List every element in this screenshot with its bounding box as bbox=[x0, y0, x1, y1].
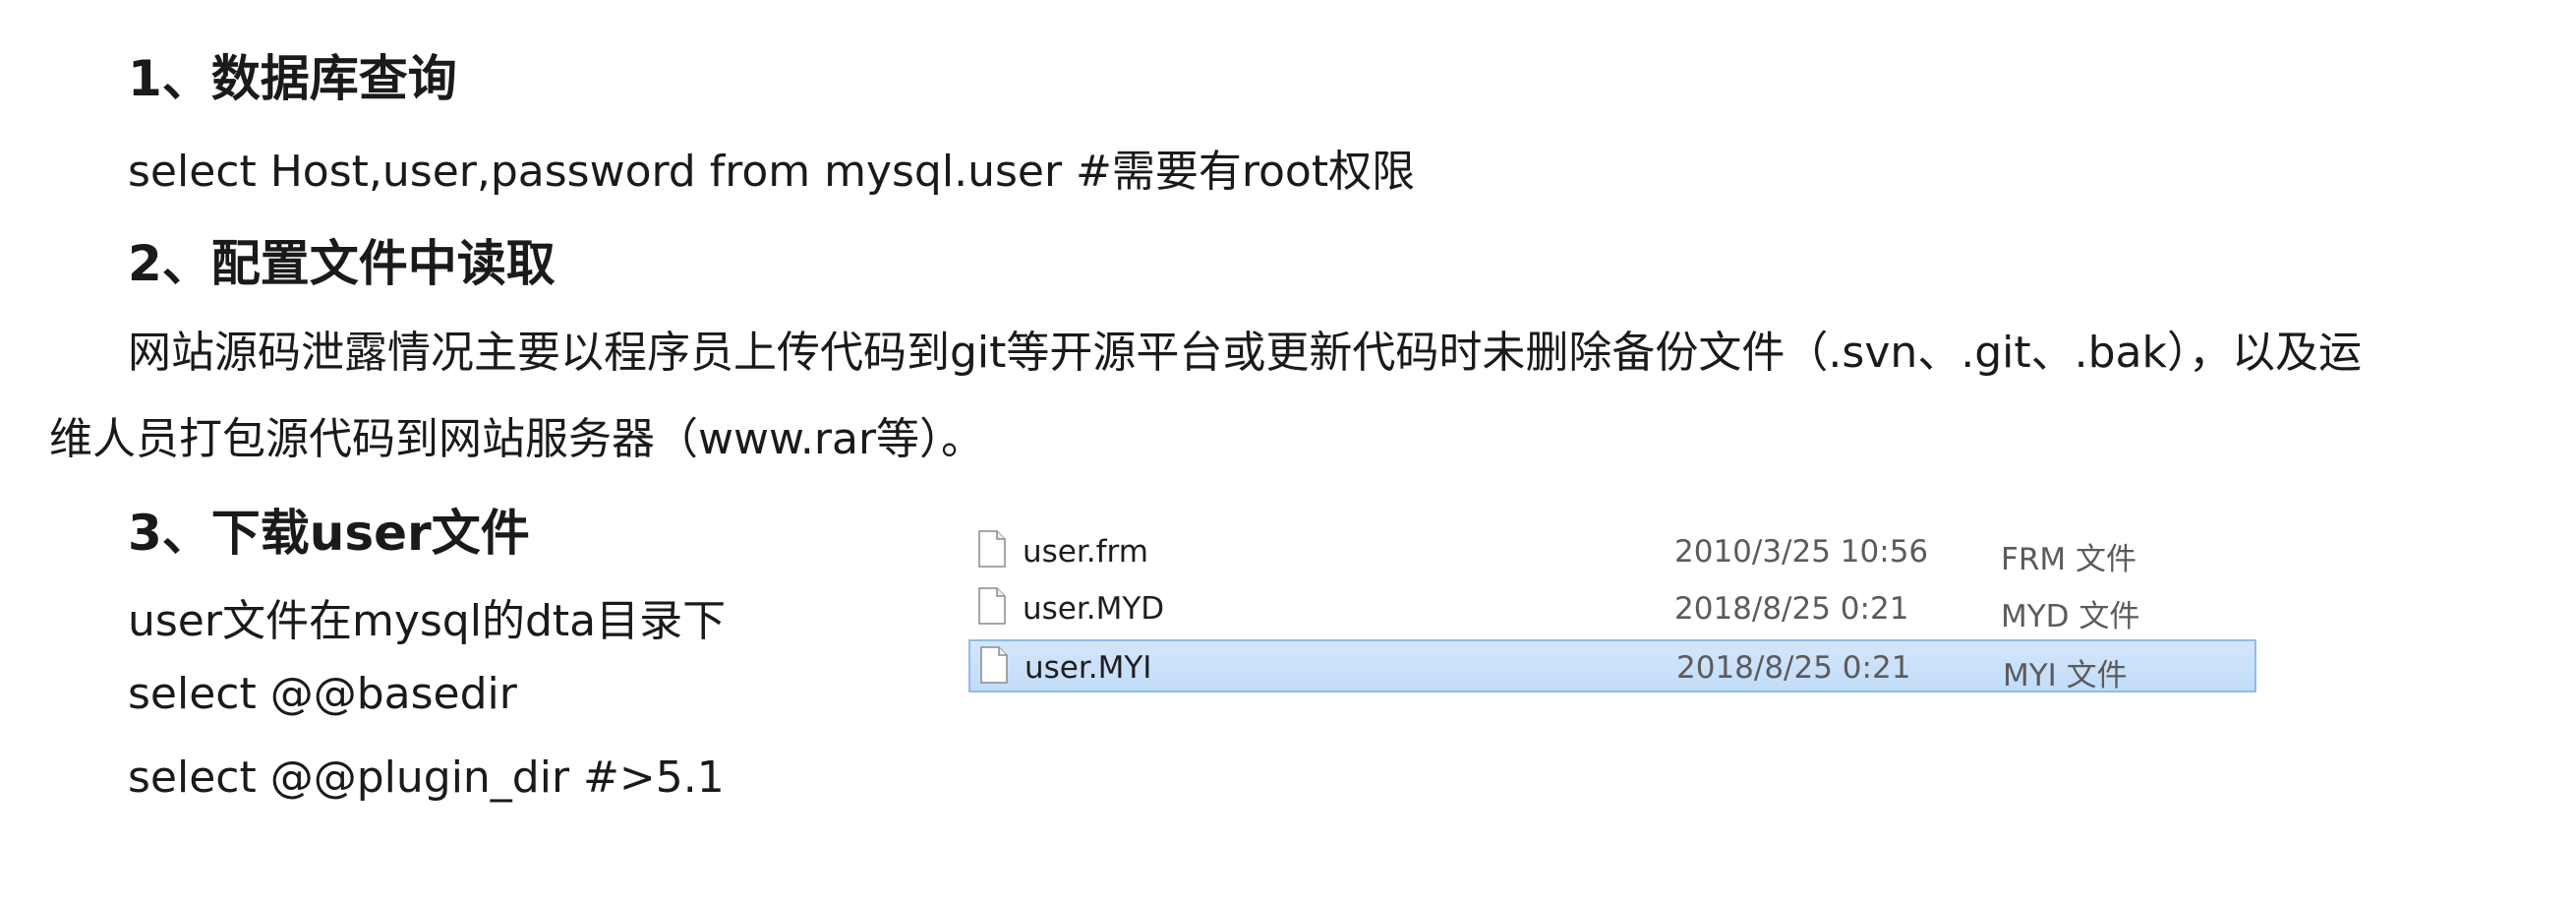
file-type: MYD 文件 bbox=[2001, 599, 2140, 634]
file-row[interactable]: user.frm 2010/3/25 10:56 FRM 文件 bbox=[968, 525, 2256, 578]
section-2-heading: 2、配置文件中读取 bbox=[128, 235, 556, 292]
file-date: 2010/3/25 10:56 bbox=[1674, 534, 1929, 570]
file-date: 2018/8/25 0:21 bbox=[1676, 650, 1911, 686]
paragraph-line-1: 网站源码泄露情况主要以程序员上传代码到git等开源平台或更新代码时未删除备份文件… bbox=[128, 328, 2362, 378]
user-file-location-line: user文件在mysql的dta目录下 bbox=[128, 596, 727, 646]
file-date: 2018/8/25 0:21 bbox=[1674, 591, 1909, 627]
paragraph-line-2: 维人员打包源代码到网站服务器（www.rar等）。 bbox=[49, 414, 985, 464]
file-name: user.MYD bbox=[1023, 591, 1165, 627]
section-1-heading: 1、数据库查询 bbox=[128, 50, 457, 107]
file-type: MYI 文件 bbox=[2003, 658, 2128, 693]
file-icon bbox=[980, 646, 1008, 684]
file-icon bbox=[978, 530, 1006, 568]
plugin-dir-query-line: select @@plugin_dir #>5.1 bbox=[128, 752, 725, 803]
file-row-selected[interactable]: user.MYI 2018/8/25 0:21 MYI 文件 bbox=[968, 639, 2256, 693]
section-3-heading: 3、下载user文件 bbox=[128, 505, 530, 562]
sql-query-line: select Host,user,password from mysql.use… bbox=[128, 147, 1416, 197]
file-name: user.frm bbox=[1023, 534, 1148, 570]
file-list: user.frm 2010/3/25 10:56 FRM 文件 user.MYD… bbox=[968, 521, 2256, 698]
basedir-query-line: select @@basedir bbox=[128, 669, 517, 719]
file-icon bbox=[978, 587, 1006, 625]
file-row[interactable]: user.MYD 2018/8/25 0:21 MYD 文件 bbox=[968, 582, 2256, 635]
file-name: user.MYI bbox=[1025, 650, 1152, 686]
file-type: FRM 文件 bbox=[2001, 542, 2137, 577]
